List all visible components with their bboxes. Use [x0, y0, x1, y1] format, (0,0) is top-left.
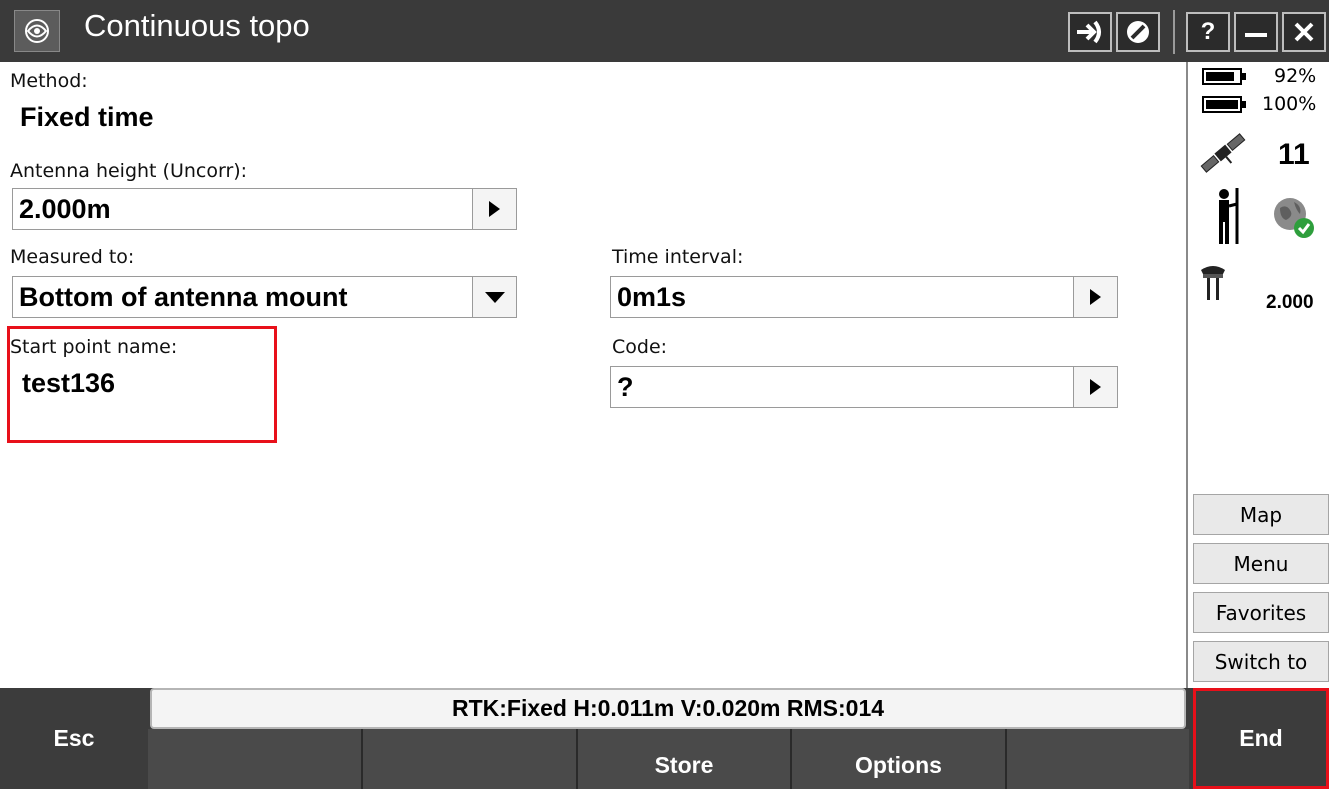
method-label: Method:: [10, 70, 88, 92]
antenna-height-arrow-button[interactable]: [472, 189, 516, 229]
favorites-button[interactable]: Favorites: [1193, 592, 1329, 633]
store-button[interactable]: Store: [578, 735, 790, 789]
battery-icon: [1202, 96, 1246, 113]
code-field[interactable]: ?: [610, 366, 1118, 408]
battery-icon: [1202, 68, 1246, 85]
app-logo-icon[interactable]: [14, 10, 60, 52]
esc-button[interactable]: Esc: [0, 688, 148, 789]
measured-to-dropdown[interactable]: Bottom of antenna mount: [12, 276, 517, 318]
help-icon[interactable]: ?: [1186, 12, 1230, 52]
globe-check-icon[interactable]: [1272, 196, 1316, 240]
close-icon[interactable]: [1282, 12, 1326, 52]
code-value[interactable]: ?: [617, 372, 634, 403]
time-interval-arrow-button[interactable]: [1073, 277, 1117, 317]
battery-1-percent: 92%: [1274, 65, 1317, 87]
minimize-icon[interactable]: [1234, 12, 1278, 52]
chevron-down-icon: [484, 291, 505, 303]
no-entry-icon[interactable]: [1116, 12, 1160, 52]
highlight-box: [7, 326, 277, 443]
antenna-height-label: Antenna height (Uncorr):: [10, 160, 248, 182]
antenna-height-field[interactable]: 2.000m: [12, 188, 517, 230]
map-button[interactable]: Map: [1193, 494, 1329, 535]
surveyor-pole-icon[interactable]: [1210, 186, 1246, 246]
chevron-right-icon: [1090, 379, 1101, 395]
antenna-icon[interactable]: [1198, 262, 1228, 300]
softkey-divider: [1005, 729, 1007, 789]
antenna-height-readout: 2.000: [1266, 292, 1314, 313]
code-arrow-button[interactable]: [1073, 367, 1117, 407]
measured-to-value[interactable]: Bottom of antenna mount: [19, 282, 347, 313]
chevron-right-icon: [489, 201, 500, 217]
chevron-right-icon: [1090, 289, 1101, 305]
time-interval-label: Time interval:: [612, 246, 744, 268]
options-button[interactable]: Options: [792, 735, 1005, 789]
end-button[interactable]: End: [1193, 688, 1329, 789]
window-title: Continuous topo: [84, 8, 310, 43]
measured-to-dropdown-button[interactable]: [472, 277, 516, 317]
antenna-height-value[interactable]: 2.000m: [19, 194, 111, 225]
time-interval-value[interactable]: 0m1s: [617, 282, 686, 313]
method-value[interactable]: Fixed time: [20, 102, 154, 133]
code-label: Code:: [612, 336, 668, 358]
time-interval-field[interactable]: 0m1s: [610, 276, 1118, 318]
title-bar: Continuous topo ?: [0, 0, 1329, 62]
measured-to-label: Measured to:: [10, 246, 135, 268]
battery-2-percent: 100%: [1262, 93, 1317, 115]
satellite-count: 11: [1278, 138, 1310, 171]
satellite-icon[interactable]: [1196, 126, 1250, 180]
switch-to-button[interactable]: Switch to: [1193, 641, 1329, 682]
login-arrow-icon[interactable]: [1068, 12, 1112, 52]
menu-button[interactable]: Menu: [1193, 543, 1329, 584]
titlebar-divider: [1173, 10, 1175, 54]
gnss-status-bar: RTK:Fixed H:0.011m V:0.020m RMS:014: [150, 688, 1186, 729]
softkey-divider: [361, 729, 363, 789]
